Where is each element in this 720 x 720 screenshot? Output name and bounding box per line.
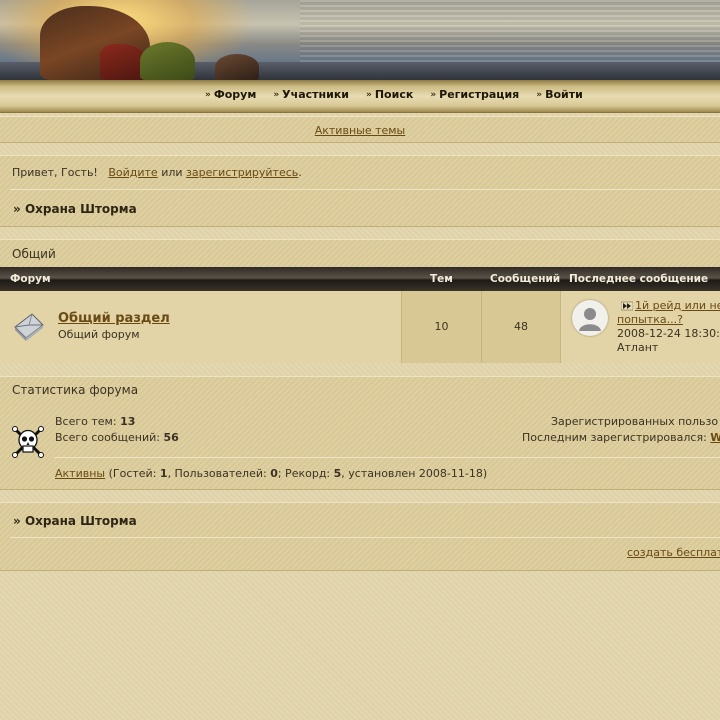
greeting-suffix: . <box>298 166 302 179</box>
online-guests-label: (Гостей: <box>105 467 160 480</box>
last-post-author[interactable]: Атлант <box>617 341 658 354</box>
panel-separator <box>10 189 720 190</box>
topics-count-cell: 10 <box>402 291 481 363</box>
forum-statistics-panel: Статистика форума Всего тем: 13 Всего со… <box>0 376 720 490</box>
table-column-divider <box>401 291 402 363</box>
nav-item-label: Форум <box>213 88 257 101</box>
table-column-divider <box>481 291 482 363</box>
nav-item-label: Регистрация <box>439 88 520 101</box>
double-chevron-icon: » <box>205 89 211 100</box>
column-forum: Форум <box>10 273 51 285</box>
double-chevron-icon: » <box>366 89 372 100</box>
total-topics-label: Всего тем: <box>55 415 117 428</box>
stats-title: Статистика форума <box>12 383 139 397</box>
record-suffix: , установлен 2008-11-18) <box>341 467 488 480</box>
column-posts: Сообщений <box>490 273 561 285</box>
last-post-title-link-continued[interactable]: попытка...? <box>617 313 683 326</box>
online-users-label: , Пользователей: <box>167 467 271 480</box>
active-topics-link[interactable]: Активные темы <box>315 124 406 137</box>
nav-item-label: Участники <box>282 88 350 101</box>
last-post-title-link[interactable]: 1й рейд или не <box>635 299 720 312</box>
double-chevron-icon: » <box>273 89 280 100</box>
posts-count-cell: 48 <box>482 291 560 363</box>
active-topics-bar: Активные темы <box>0 116 720 143</box>
posts-count: 48 <box>514 320 528 333</box>
nav-item-label: Поиск <box>374 88 414 101</box>
welcome-panel: Привет, Гость! Войдите или зарегистрируй… <box>0 155 720 227</box>
nav-item-search[interactable]: » Поиск <box>366 88 413 101</box>
stats-online: Активны (Гостей: 1, Пользователей: 0; Ре… <box>55 467 487 480</box>
forum-cell: Общий раздел Общий форум <box>0 291 401 363</box>
footer-panel: » Охрана Шторма создать бесплат <box>0 502 720 571</box>
last-post-date: 2008-12-24 18:30: <box>617 327 720 340</box>
skull-crossbones-icon <box>12 426 44 458</box>
nav-item-members[interactable]: » Участники <box>273 88 349 101</box>
table-row: Общий раздел Общий форум 10 48 1й рейд и… <box>0 291 720 363</box>
login-link[interactable]: Войдите <box>108 166 157 179</box>
register-link[interactable]: зарегистрируйтесь <box>186 166 298 179</box>
banner-human-figure <box>215 54 259 80</box>
avatar[interactable] <box>572 300 608 336</box>
online-guests-value: 1 <box>159 467 168 480</box>
table-column-divider <box>560 291 561 363</box>
category-header: Общий <box>0 239 720 268</box>
create-free-forum-link[interactable]: создать бесплат <box>627 546 720 559</box>
forum-description: Общий форум <box>58 328 140 341</box>
column-topics: Тем <box>430 273 453 285</box>
nav-item-register[interactable]: » Регистрация <box>430 88 519 101</box>
last-registered-user-link[interactable]: W <box>710 431 720 444</box>
footer-separator <box>10 537 720 538</box>
record-label: ; Рекорд: <box>277 467 334 480</box>
breadcrumb-arrow: » <box>13 202 21 216</box>
go-to-last-post-icon[interactable] <box>621 301 633 311</box>
stats-registered: Зарегистрированных пользо <box>551 415 718 428</box>
header-banner <box>0 0 720 80</box>
nav-item-forum[interactable]: » Форум <box>205 88 256 101</box>
footer-breadcrumb-arrow: » <box>13 514 21 528</box>
total-posts-label: Всего сообщений: <box>55 431 160 444</box>
double-chevron-icon: » <box>430 89 437 100</box>
stats-last-registered: Последним зарегистрировался: W <box>522 431 720 444</box>
greeting-prefix: Привет, Гость! <box>12 166 98 179</box>
category-title: Общий <box>12 247 56 261</box>
stats-separator <box>54 457 720 458</box>
total-posts-value: 56 <box>163 431 179 444</box>
greeting-or: или <box>161 166 183 179</box>
stats-total-posts: Всего сообщений: 56 <box>55 431 179 444</box>
online-users-value: 0 <box>270 467 278 480</box>
breadcrumb-title[interactable]: Охрана Шторма <box>25 202 137 216</box>
topics-count: 10 <box>434 320 449 333</box>
double-chevron-icon: » <box>536 89 543 100</box>
stats-total-topics: Всего тем: 13 <box>55 415 135 428</box>
greeting-text: Привет, Гость! Войдите или зарегистрируй… <box>12 166 302 179</box>
user-silhouette-icon <box>579 308 601 331</box>
active-users-link[interactable]: Активны <box>55 467 105 480</box>
forum-table-header: Форум Тем Сообщений Последнее сообщение <box>0 267 720 291</box>
last-post-cell: 1й рейд или не попытка...? 2008-12-24 18… <box>561 291 720 363</box>
nav-item-label: Войти <box>545 88 583 101</box>
breadcrumb: » Охрана Шторма <box>13 202 137 216</box>
column-last-post: Последнее сообщение <box>569 273 709 285</box>
banner-orc-figure <box>140 42 195 80</box>
last-registered-label: Последним зарегистрировался: <box>522 431 707 444</box>
main-navigation: » Форум » Участники » Поиск » Регистраци… <box>0 80 720 113</box>
registered-users-label: Зарегистрированных пользо <box>551 415 719 428</box>
footer-breadcrumb: » Охрана Шторма <box>13 514 137 528</box>
forum-envelope-icon <box>14 313 44 341</box>
nav-item-login[interactable]: » Войти <box>536 88 583 101</box>
footer-breadcrumb-title[interactable]: Охрана Шторма <box>25 514 137 528</box>
forum-title-link[interactable]: Общий раздел <box>58 311 170 326</box>
total-topics-value: 13 <box>120 415 136 428</box>
